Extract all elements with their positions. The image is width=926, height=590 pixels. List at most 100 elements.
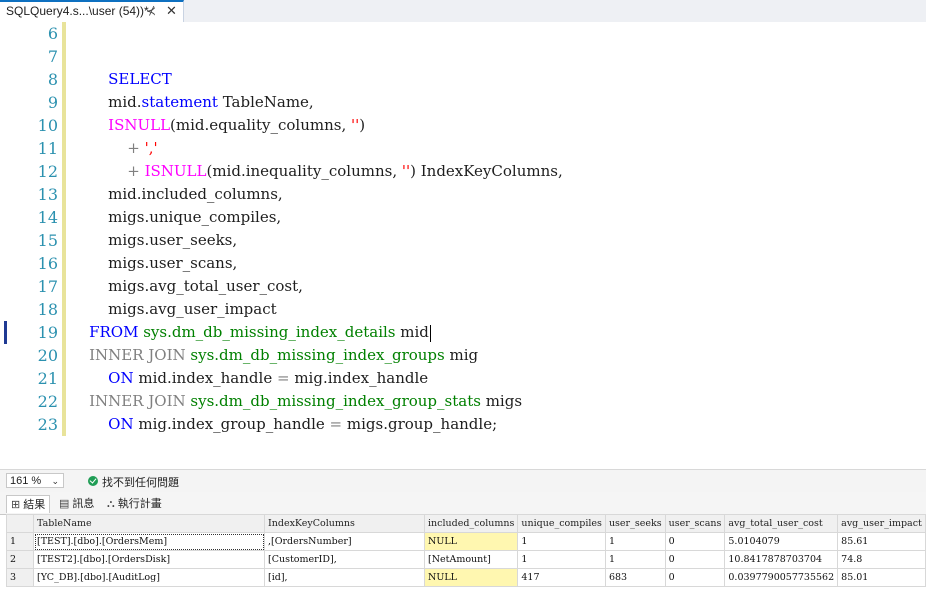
grid-cell[interactable]: 0.0397790057735562	[724, 568, 839, 587]
grid-cell[interactable]: 85.61	[837, 532, 926, 551]
column-header[interactable]: user_scans	[664, 514, 726, 533]
column-header[interactable]: unique_compiles	[517, 514, 606, 533]
code-text[interactable]: INNER JOIN sys.dm_db_missing_index_group…	[70, 344, 478, 367]
column-header[interactable]: included_columns	[423, 514, 519, 533]
code-token: mid.	[70, 93, 142, 111]
code-line[interactable]: 17 migs.avg_total_user_cost,	[0, 275, 926, 298]
code-token: mig.index_group_handle	[133, 415, 330, 433]
code-line[interactable]: 12 + ISNULL(mid.inequality_columns, '') …	[0, 160, 926, 183]
code-line[interactable]: 7	[0, 45, 926, 68]
grid-cell[interactable]: 0	[664, 550, 726, 569]
query-tab-title[interactable]: SQLQuery4.s...\user (54))*	[6, 4, 149, 18]
code-line[interactable]: 22 INNER JOIN sys.dm_db_missing_index_gr…	[0, 390, 926, 413]
code-text[interactable]: migs.unique_compiles,	[70, 206, 281, 229]
row-number[interactable]: 1	[6, 532, 34, 551]
code-line[interactable]: 14 migs.unique_compiles,	[0, 206, 926, 229]
change-tracking-bar	[62, 275, 66, 298]
line-number: 17	[37, 277, 58, 296]
code-line[interactable]: 11 + ','	[0, 137, 926, 160]
code-text[interactable]: migs.user_scans,	[70, 252, 237, 275]
code-token: mid.index_handle	[133, 369, 277, 387]
grid-cell[interactable]: 1	[517, 532, 606, 551]
issues-status-text[interactable]: 找不到任何問題	[102, 474, 179, 490]
code-token: ISNULL	[144, 162, 207, 180]
code-text[interactable]: FROM sys.dm_db_missing_index_details mid	[70, 321, 431, 344]
grid-cell[interactable]: 683	[604, 568, 666, 587]
code-text[interactable]: ON mid.index_handle = mig.index_handle	[70, 367, 428, 390]
close-icon[interactable]: ✕	[166, 3, 177, 19]
code-text[interactable]: + ','	[70, 137, 157, 160]
tab-results[interactable]: ⊞ 結果	[6, 495, 51, 513]
grid-cell[interactable]: [YC_DB].[dbo].[AuditLog]	[33, 568, 265, 587]
code-line[interactable]: 8 SELECT	[0, 68, 926, 91]
grid-cell[interactable]: 5.0104079	[724, 532, 839, 551]
code-text[interactable]: SELECT	[70, 68, 172, 91]
pin-icon[interactable]: ⊀	[146, 4, 156, 18]
grid-cell[interactable]: 1	[604, 550, 666, 569]
code-text[interactable]: migs.avg_user_impact	[70, 298, 277, 321]
grid-cell[interactable]: [TEST2].[dbo].[OrdersDisk]	[33, 550, 265, 569]
grid-cell[interactable]: NULL	[423, 568, 519, 587]
code-line[interactable]: 23 ON mig.index_group_handle = migs.grou…	[0, 413, 926, 436]
change-tracking-bar	[62, 137, 66, 160]
grid-cell[interactable]: 85.01	[837, 568, 926, 587]
query-editor[interactable]: 678 SELECT 9 mid.statement TableName, 10 I…	[0, 22, 926, 469]
query-tab[interactable]: SQLQuery4.s...\user (54))* ⊀ ✕	[0, 0, 184, 22]
grid-cell[interactable]: [NetAmount]	[423, 550, 519, 569]
grid-cell[interactable]: [CustomerID],	[264, 550, 425, 569]
code-text[interactable]: INNER JOIN sys.dm_db_missing_index_group…	[70, 390, 522, 413]
grid-cell[interactable]: NULL	[423, 532, 519, 551]
code-line[interactable]: 19 FROM sys.dm_db_missing_index_details …	[0, 321, 926, 344]
grid-corner-cell[interactable]	[6, 514, 34, 533]
code-line[interactable]: 9 mid.statement TableName,	[0, 91, 926, 114]
code-line[interactable]: 16 migs.user_scans,	[0, 252, 926, 275]
grid-cell[interactable]: [TEST].[dbo].[OrdersMem]	[33, 532, 265, 551]
grid-cell[interactable]: [id],	[264, 568, 425, 587]
column-header[interactable]: avg_user_impact	[837, 514, 926, 533]
code-text[interactable]: mid.included_columns,	[70, 183, 283, 206]
results-tab-bar: ⊞ 結果 ▤ 訊息 ⛬ 執行計畫	[0, 492, 926, 515]
code-token: SELECT	[108, 70, 172, 88]
column-header[interactable]: avg_total_user_cost	[724, 514, 839, 533]
table-row[interactable]: 3 [YC_DB].[dbo].[AuditLog] [id], NULL 417 683…	[6, 568, 926, 587]
code-text[interactable]: mid.statement TableName,	[70, 91, 314, 114]
results-grid[interactable]: TableName IndexKeyColumns included_columns…	[6, 514, 926, 587]
editor-status-bar: 161 % ⌄ 找不到任何問題	[0, 469, 926, 492]
line-number: 18	[37, 300, 58, 319]
code-line[interactable]: 15 migs.user_seeks,	[0, 229, 926, 252]
column-header[interactable]: TableName	[33, 514, 265, 533]
code-line[interactable]: 13 mid.included_columns,	[0, 183, 926, 206]
grid-cell[interactable]: 0	[664, 568, 726, 587]
code-text[interactable]: ISNULL(mid.equality_columns, '')	[70, 114, 365, 137]
grid-cell[interactable]: 74.8	[837, 550, 926, 569]
column-header[interactable]: user_seeks	[604, 514, 666, 533]
grid-cell[interactable]: 1	[517, 550, 606, 569]
row-number[interactable]: 2	[6, 550, 34, 569]
tab-messages[interactable]: ▤ 訊息	[55, 495, 98, 513]
code-text[interactable]: migs.user_seeks,	[70, 229, 237, 252]
code-line[interactable]: 20 INNER JOIN sys.dm_db_missing_index_gr…	[0, 344, 926, 367]
grid-cell[interactable]: 1	[604, 532, 666, 551]
code-line[interactable]: 10 ISNULL(mid.equality_columns, '')	[0, 114, 926, 137]
grid-cell[interactable]: 0	[664, 532, 726, 551]
code-text[interactable]: ON mig.index_group_handle = migs.group_h…	[70, 413, 497, 436]
tab-execution-plan[interactable]: ⛬ 執行計畫	[103, 495, 166, 513]
code-line[interactable]: 6	[0, 22, 926, 45]
table-row[interactable]: 1 [TEST].[dbo].[OrdersMem] ,[OrdersNumber]…	[6, 532, 926, 551]
zoom-dropdown[interactable]: 161 % ⌄	[6, 473, 64, 488]
change-tracking-bar	[62, 390, 66, 413]
table-row[interactable]: 2 [TEST2].[dbo].[OrdersDisk] [CustomerID],…	[6, 550, 926, 569]
code-text[interactable]: + ISNULL(mid.inequality_columns, '') Ind…	[70, 160, 563, 183]
row-number[interactable]: 3	[6, 568, 34, 587]
column-header[interactable]: IndexKeyColumns	[264, 514, 425, 533]
grid-cell[interactable]: ,[OrdersNumber]	[264, 532, 425, 551]
grid-cell[interactable]: 417	[517, 568, 606, 587]
code-text[interactable]: migs.avg_total_user_cost,	[70, 275, 303, 298]
grid-cell[interactable]: 10.8417878703704	[724, 550, 839, 569]
code-line[interactable]: 18 migs.avg_user_impact	[0, 298, 926, 321]
code-line[interactable]: 21 ON mid.index_handle = mig.index_handl…	[0, 367, 926, 390]
code-token: mig	[444, 346, 479, 364]
